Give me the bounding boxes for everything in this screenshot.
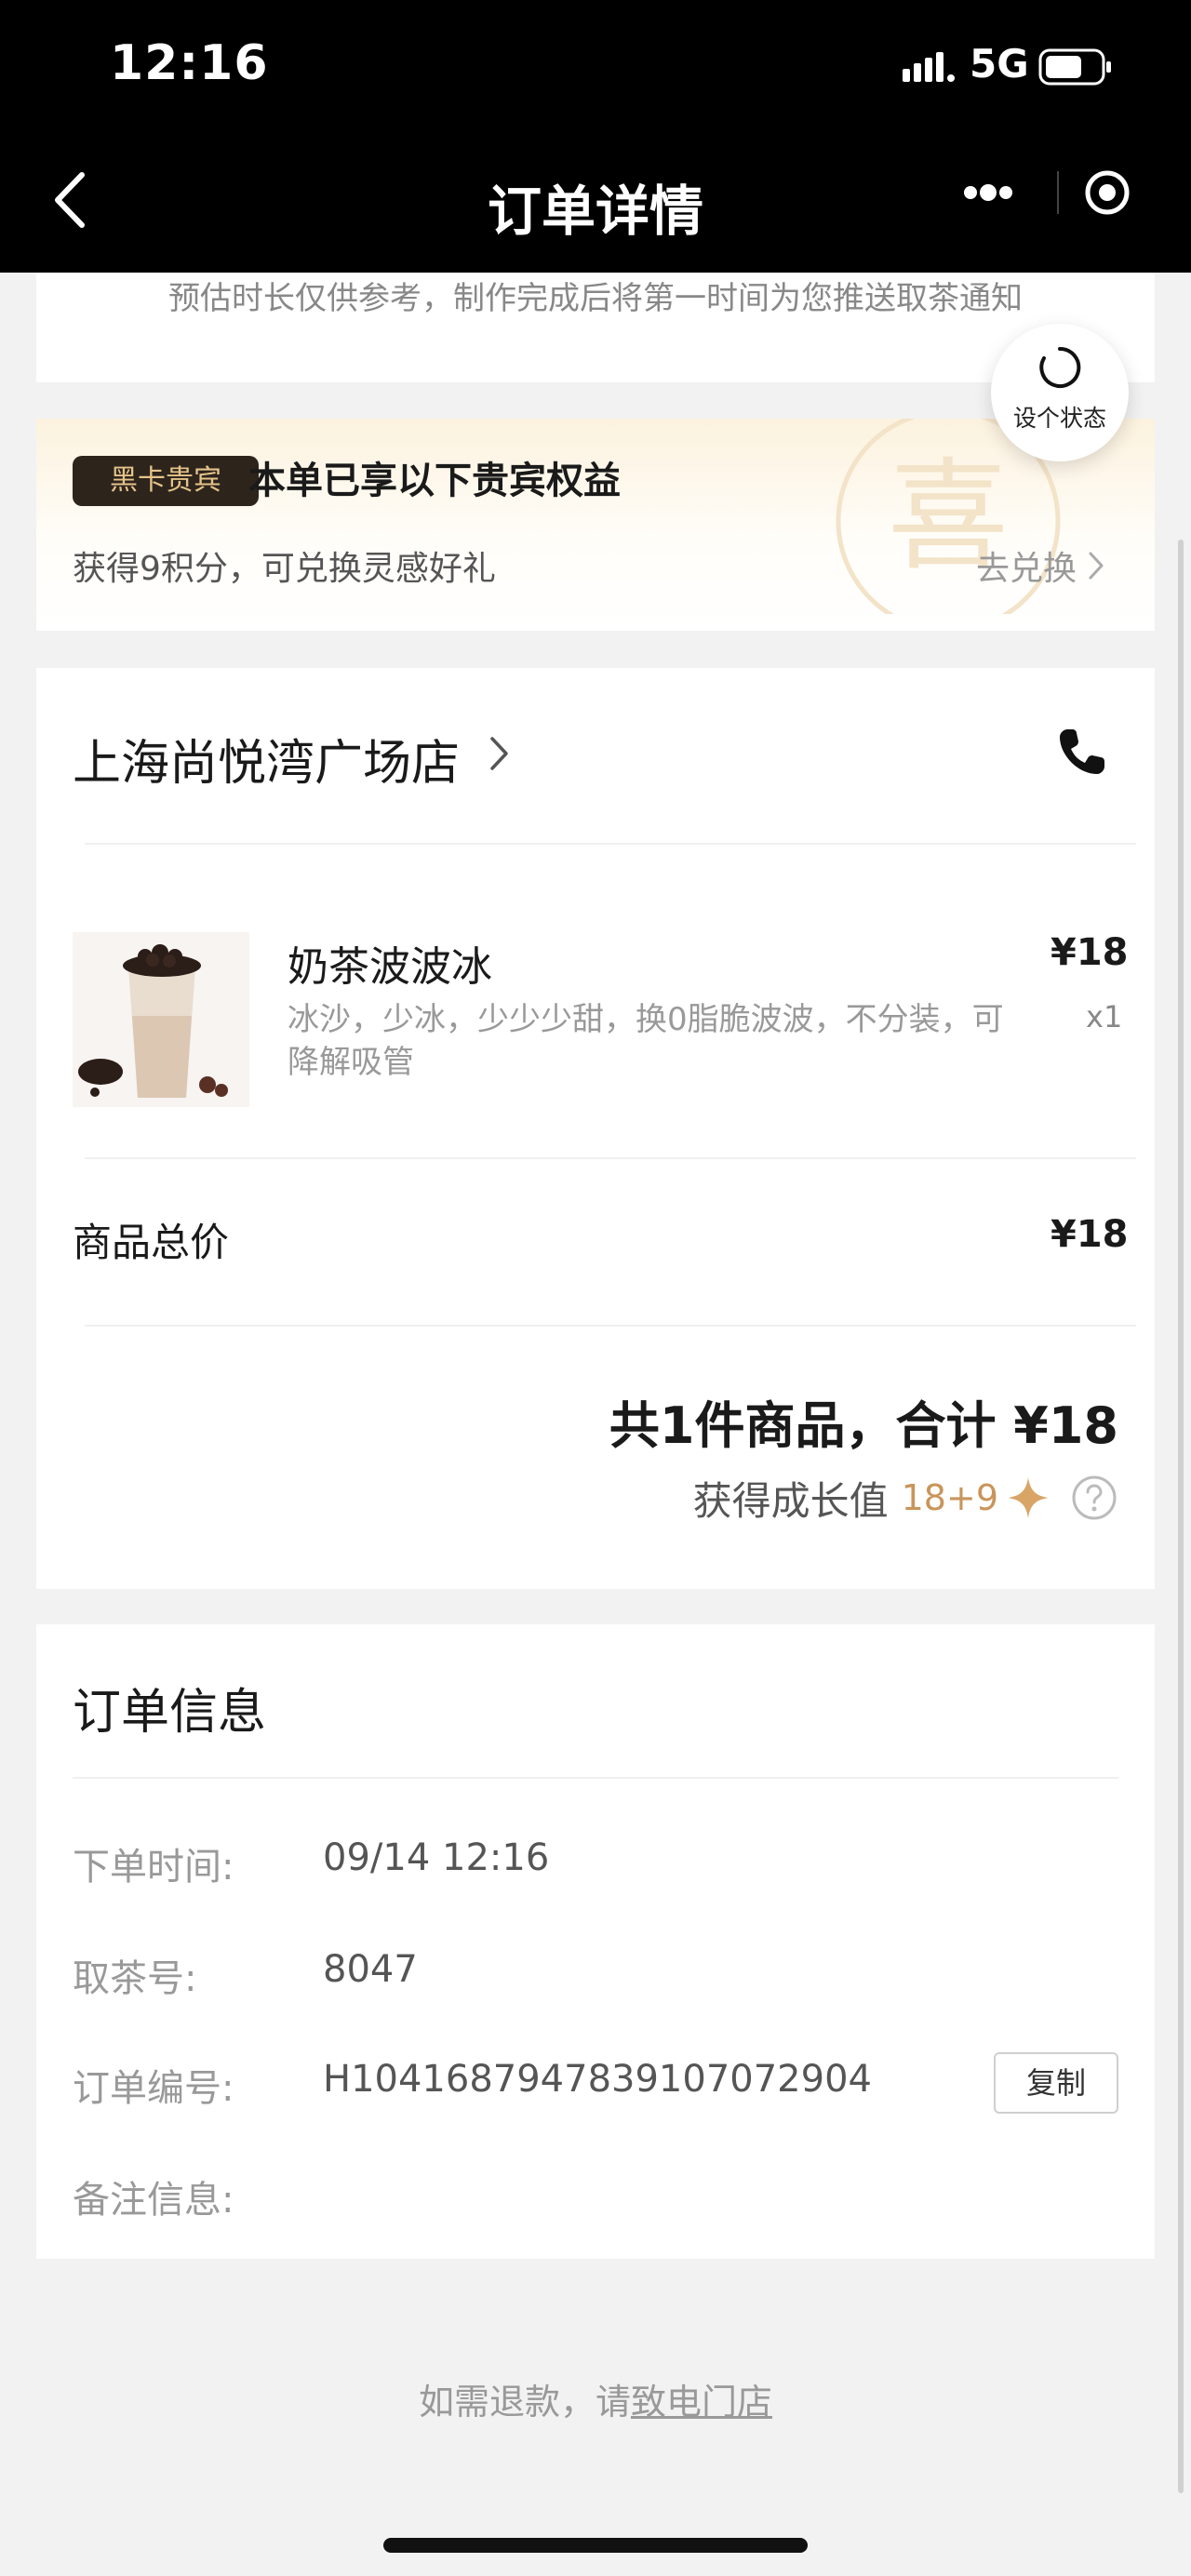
battery-icon (1038, 48, 1111, 86)
eta-note: 预估时长仅供参考，制作完成后将第一时间为您推送取茶通知 (168, 280, 1023, 317)
growth-label: 获得成长值 (692, 1477, 889, 1524)
capsule-divider (1057, 171, 1059, 214)
question-icon[interactable] (1071, 1475, 1117, 1521)
product-options: 冰沙，少冰，少少少甜，换0脂脆波波，不分装，可降解吸管 (288, 1001, 1004, 1081)
order-info-card: 订单信息 下单时间: 09/14 12:16 取茶号: 8047 订单编号: H… (36, 1624, 1155, 2259)
growth-row: 获得成长值 18+9 (693, 1470, 1117, 1526)
order-number-value: H1041687947839107072904 (323, 2058, 872, 2101)
bubble-tea-illustration (73, 932, 249, 1107)
refund-note: 如需退款，请致电门店 (0, 2373, 1191, 2424)
vip-points-text: 获得9积分，可兑换灵感好礼 (73, 550, 496, 588)
mini-program-capsule (927, 160, 1159, 225)
pickup-number-label: 取茶号: (73, 1957, 197, 2000)
vip-badge: 黑卡贵宾 (73, 456, 259, 506)
scrollbar[interactable] (1178, 540, 1184, 2493)
set-status-label: 设个状态 (1012, 405, 1106, 432)
order-time-value: 09/14 12:16 (323, 1836, 550, 1879)
remarks-label: 备注信息: (73, 2179, 234, 2222)
vip-title: 本单已享以下贵宾权益 (248, 460, 621, 502)
product-quantity: x1 (1086, 999, 1123, 1034)
chevron-right-icon (1089, 552, 1104, 580)
pickup-number-value: 8047 (323, 1948, 418, 1991)
set-status-button[interactable]: 设个状态 (991, 324, 1129, 461)
product-price: ¥18 (1050, 931, 1129, 974)
redeem-link[interactable]: 去兑换 (976, 541, 1077, 590)
store-name[interactable]: 上海尚悦湾广场店 (73, 724, 460, 794)
vip-benefits-card: 喜 黑卡贵宾 本单已享以下贵宾权益 获得9积分，可兑换灵感好礼 去兑换 (36, 419, 1155, 631)
divider (85, 1157, 1136, 1159)
divider (73, 1777, 1118, 1779)
product-name: 奶茶波波冰 (288, 943, 492, 991)
status-time: 12:16 (110, 35, 269, 91)
order-card: 上海尚悦湾广场店 奶茶波波冰 冰沙，少冰，少少少甜，换0脂脆波波，不分装，可降解… (36, 668, 1155, 1589)
divider (85, 843, 1136, 845)
product-image (73, 932, 249, 1107)
order-info-title: 订单信息 (73, 1685, 267, 1741)
subtotal-label: 商品总价 (73, 1220, 230, 1265)
call-store-link[interactable]: 致电门店 (631, 2382, 772, 2423)
copy-button[interactable]: 复制 (994, 2052, 1118, 2114)
subtotal-value: ¥18 (1050, 1213, 1129, 1256)
signal-icon (903, 52, 955, 82)
close-target-icon[interactable] (1066, 160, 1159, 225)
divider (85, 1325, 1136, 1327)
top-bar: 12:16 5G 订单详情 (0, 0, 1191, 273)
growth-value: 18+9 (901, 1477, 998, 1518)
home-indicator (383, 2538, 808, 2553)
order-number-label: 订单编号: (73, 2067, 234, 2110)
more-icon[interactable] (927, 160, 1048, 225)
refresh-icon (1039, 346, 1081, 388)
phone-icon[interactable] (1054, 724, 1110, 780)
chevron-right-icon[interactable] (488, 733, 512, 774)
network-type: 5G (970, 41, 1029, 87)
refund-prefix: 如需退款，请 (418, 2382, 631, 2423)
eta-card: 预估时长仅供参考，制作完成后将第一时间为您推送取茶通知 (36, 273, 1155, 382)
order-total: 共1件商品，合计 ¥18 (609, 1396, 1118, 1455)
order-time-label: 下单时间: (73, 1846, 234, 1889)
sparkle-icon (1008, 1477, 1049, 1518)
